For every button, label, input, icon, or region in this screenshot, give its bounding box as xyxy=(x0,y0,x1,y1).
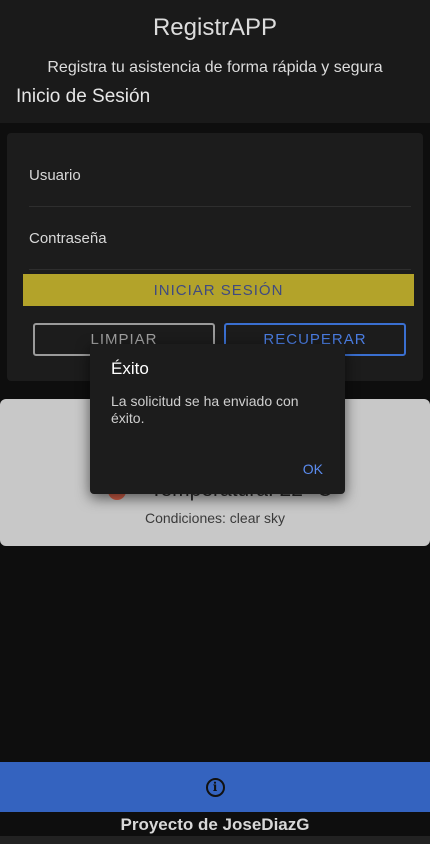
success-dialog: Éxito La solicitud se ha enviado con éxi… xyxy=(90,344,345,494)
dialog-message: La solicitud se ha enviado con éxito. xyxy=(111,393,299,426)
page: RegistrAPP Registra tu asistencia de for… xyxy=(0,0,430,844)
info-icon[interactable]: i xyxy=(205,777,225,797)
footer-credit: Proyecto de JoseDiazG xyxy=(120,815,310,834)
footer-divider xyxy=(0,836,430,844)
dialog-title: Éxito xyxy=(111,359,149,378)
dialog-ok-button[interactable]: OK xyxy=(303,461,323,477)
footer-info-bar[interactable]: i xyxy=(0,762,430,812)
